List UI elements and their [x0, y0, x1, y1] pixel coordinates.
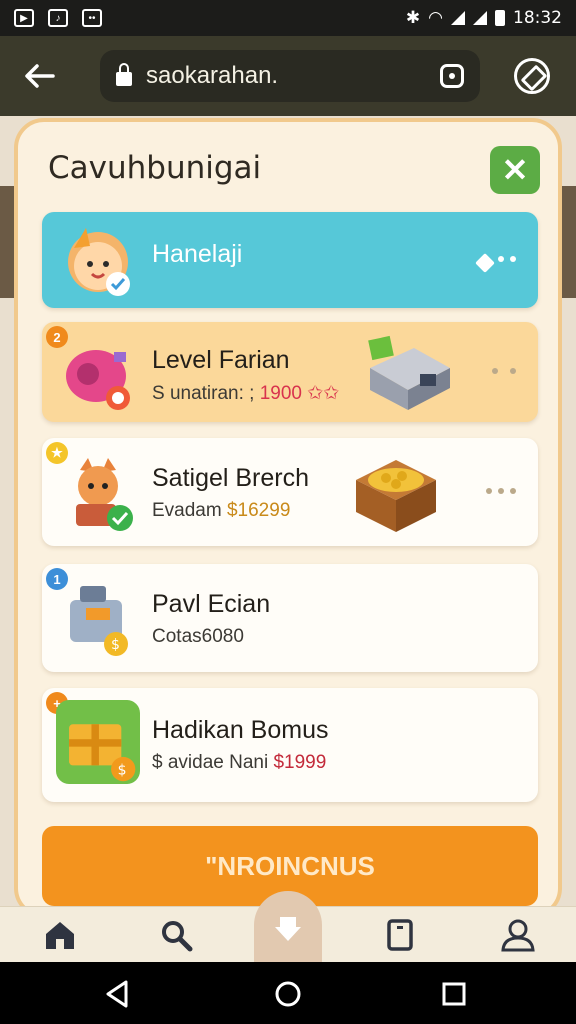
list-item[interactable]: ★ Satigel Brerch Evadam $16299: [42, 438, 538, 546]
list-item[interactable]: Hanelaji: [42, 212, 538, 308]
nav-search[interactable]: [156, 915, 196, 955]
back-button[interactable]: [18, 54, 62, 98]
modal-title: Cavuhbunigai: [48, 150, 262, 186]
list-item[interactable]: 1 $ Pavl Ecian Cotas6080: [42, 564, 538, 672]
signal-icon: [451, 11, 465, 25]
card-subtitle: Cotas6080: [152, 626, 244, 647]
nav-profile[interactable]: [498, 915, 538, 955]
card-title: Satigel Brerch: [152, 464, 310, 492]
list-item[interactable]: 2 Level Farian S unatiran: ; 1900 ✩✩: [42, 322, 538, 422]
compass-icon[interactable]: [514, 58, 550, 94]
document-icon: [387, 919, 413, 951]
cash-register-icon: $: [70, 586, 128, 656]
signal-icon-2: [473, 11, 487, 25]
background-image-left: [0, 186, 14, 298]
card-price: $16299: [226, 500, 291, 521]
message-icon: ••: [82, 9, 102, 27]
browser-bar: saokarahan.: [0, 36, 576, 116]
notification-icon: ▶: [14, 9, 34, 27]
nav-home[interactable]: [40, 915, 80, 955]
music-icon: ♪: [48, 9, 68, 27]
status-bar: ▶ ♪ •• ✱ ◠ 18:32: [0, 0, 576, 36]
download-icon: [275, 917, 301, 941]
piggy-bank-icon: [66, 350, 130, 410]
stars-icon: ✩✩: [307, 383, 340, 404]
more-icon[interactable]: [486, 488, 516, 494]
close-icon: ✕: [501, 152, 529, 188]
battery-icon: [495, 10, 505, 26]
bonus-modal: Cavuhbunigai ✕ Hanelaji 2 Level Farian S…: [14, 118, 562, 918]
back-arrow-icon: [25, 64, 55, 88]
system-home-icon[interactable]: [274, 980, 302, 1008]
card-title: Hanelaji: [152, 240, 243, 268]
bluetooth-icon: ✱: [405, 8, 421, 28]
tabs-icon[interactable]: [440, 64, 464, 88]
system-recents-icon[interactable]: [440, 980, 468, 1008]
svg-text:$: $: [118, 763, 127, 779]
card-subtitle: S unatiran: ; 1900 ✩✩: [152, 383, 340, 404]
gift-box-icon: $: [56, 700, 140, 784]
system-back-icon[interactable]: [104, 980, 132, 1008]
status-time: 18:32: [513, 8, 562, 28]
more-icon[interactable]: [475, 253, 516, 273]
nav-download[interactable]: [254, 891, 322, 965]
wifi-icon: ◠: [428, 8, 443, 28]
treasure-crate-icon: [356, 460, 436, 532]
safe-box-icon: [368, 335, 450, 410]
nav-documents[interactable]: [380, 915, 420, 955]
card-subtitle: $ avidae Nani $1999: [152, 752, 327, 773]
card-price: $1999: [273, 752, 327, 773]
system-nav-bar: [0, 962, 576, 1024]
home-icon: [46, 922, 74, 949]
profile-icon: [501, 919, 535, 952]
list-item[interactable]: + $ Hadikan Bomus $ avidae Nani $1999: [42, 688, 538, 802]
url-bar[interactable]: saokarahan.: [100, 50, 480, 102]
character-avatar-icon: [68, 228, 130, 296]
lock-icon: [116, 63, 132, 86]
card-title: Pavl Ecian: [152, 590, 271, 618]
svg-text:$: $: [111, 637, 120, 653]
background-image-right: [562, 186, 576, 298]
card-title: Level Farian: [152, 346, 290, 374]
fox-character-icon: [76, 458, 133, 531]
search-icon: [162, 921, 193, 952]
close-button[interactable]: ✕: [490, 146, 540, 194]
card-title: Hadikan Bomus: [152, 716, 329, 744]
url-text: saokarahan.: [146, 62, 279, 89]
card-price: 1900: [259, 383, 303, 404]
bottom-nav: [0, 891, 576, 965]
more-icon[interactable]: [492, 368, 516, 374]
card-subtitle: Evadam $16299: [152, 500, 291, 521]
